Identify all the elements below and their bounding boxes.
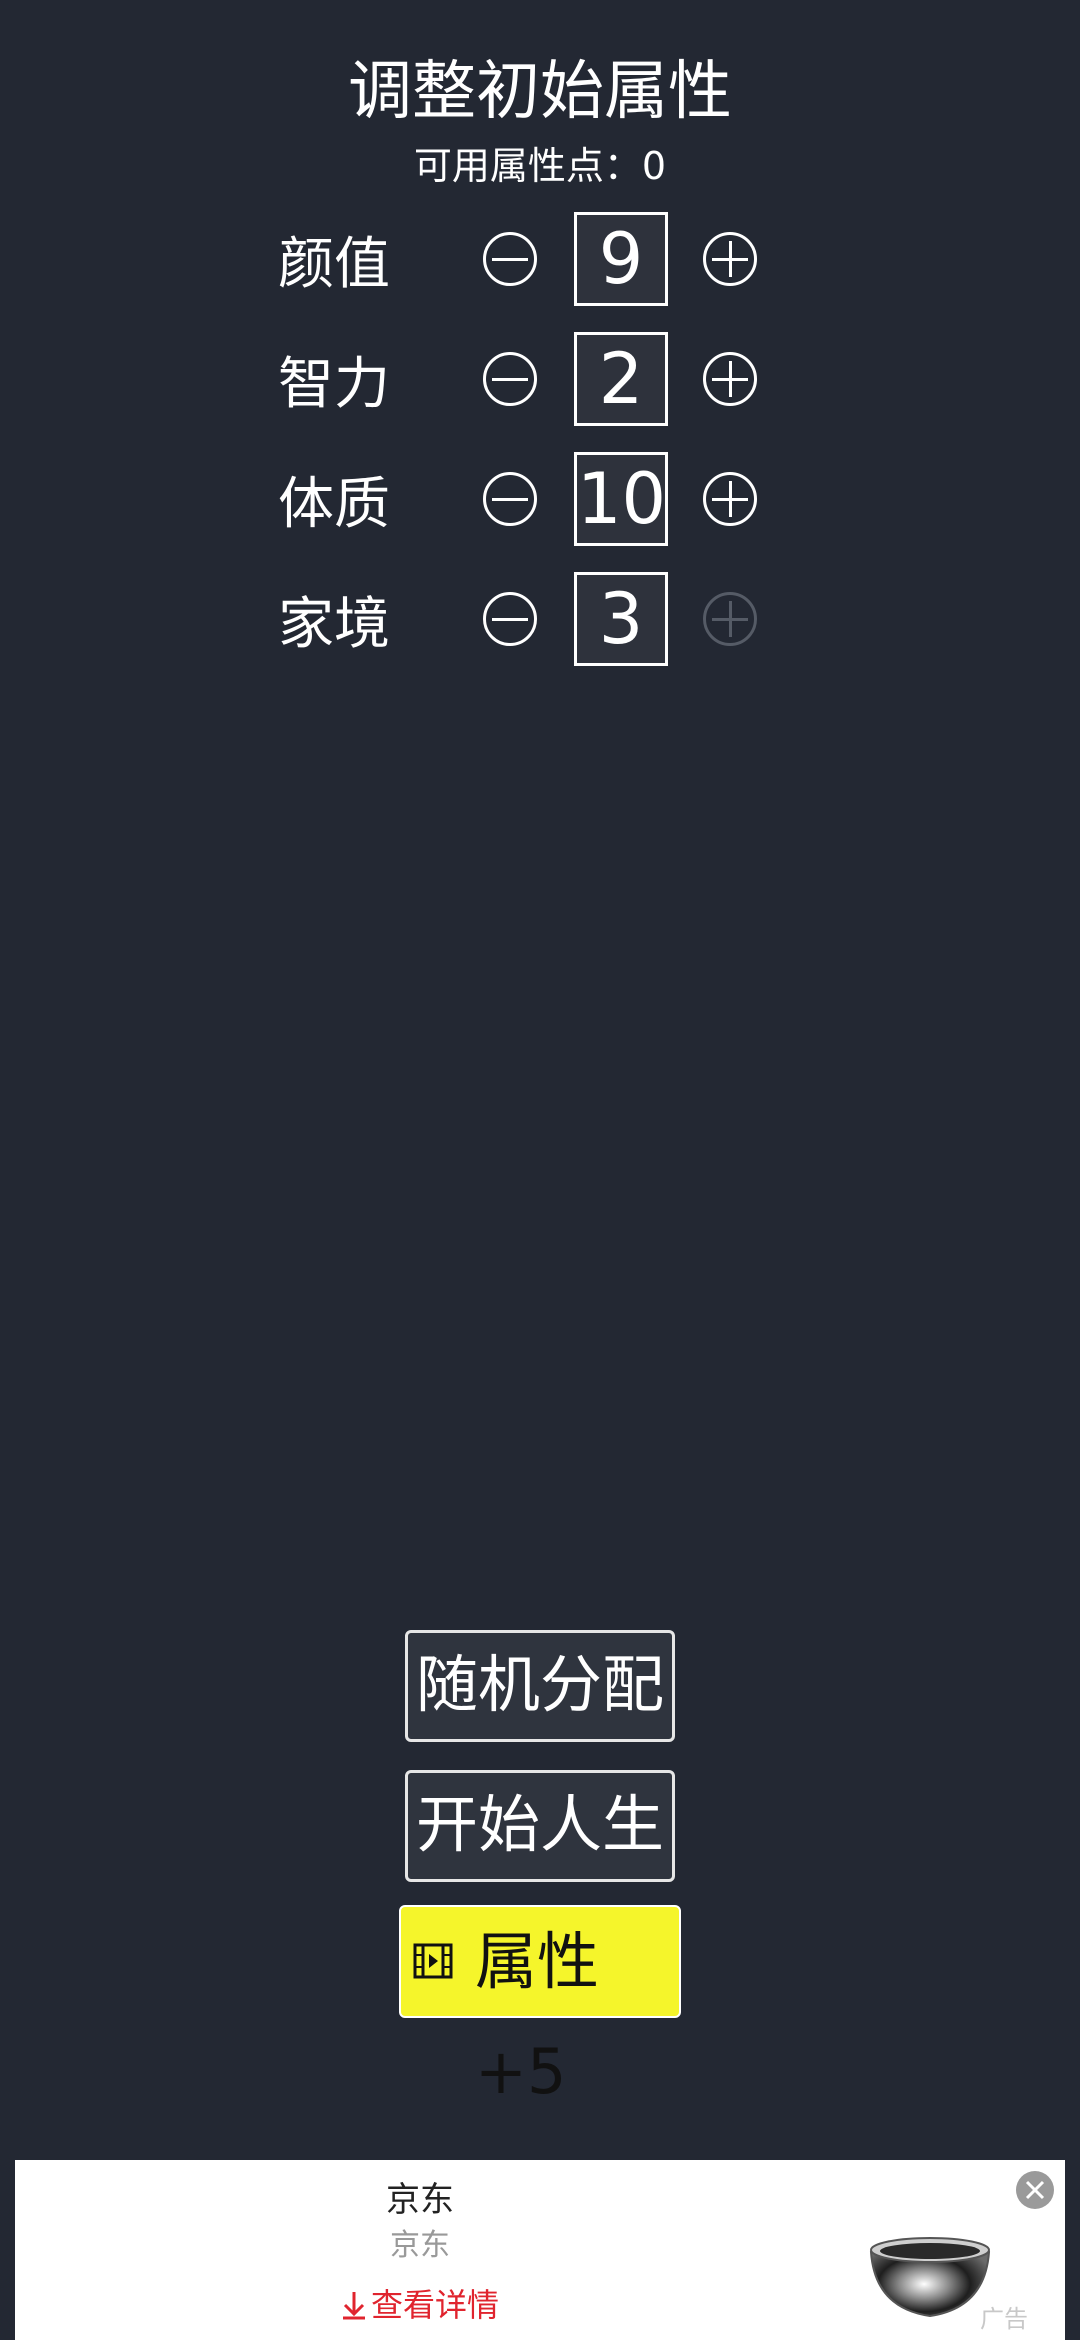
stat-label: 颜值: [278, 232, 390, 297]
minus-icon: [492, 497, 528, 501]
ad-title: 京东: [386, 2180, 454, 2220]
ad-cta-label: 查看详情: [370, 2286, 499, 2324]
stat-label: 体质: [278, 472, 390, 537]
decrease-appearance-button[interactable]: [483, 232, 537, 286]
random-allocate-button[interactable]: 随机分配: [405, 1630, 675, 1742]
decrease-intelligence-button[interactable]: [483, 352, 537, 406]
page-title: 调整初始属性: [348, 55, 732, 129]
ad-banner[interactable]: 京东 京东 查看详情 广告: [15, 2160, 1065, 2340]
stat-value: 2: [574, 332, 668, 426]
product-image: [869, 2237, 991, 2318]
stat-row-family: 家境 3: [0, 572, 1080, 672]
start-life-button[interactable]: 开始人生: [405, 1770, 675, 1882]
minus-icon: [492, 617, 528, 621]
stat-value: 9: [574, 212, 668, 306]
bonus-attribute-button[interactable]: 属性+5: [399, 1905, 681, 2108]
stat-row-intelligence: 智力 2: [0, 332, 1080, 432]
stat-row-appearance: 颜值 9: [0, 212, 1080, 312]
decrease-constitution-button[interactable]: [483, 472, 537, 526]
increase-appearance-button[interactable]: [703, 232, 757, 286]
video-icon: [413, 1943, 453, 1979]
stat-row-constitution: 体质 10: [0, 452, 1080, 552]
ad-badge: 广告: [980, 2305, 1028, 2333]
stat-value: 3: [574, 572, 668, 666]
stat-label: 家境: [278, 592, 390, 657]
ad-close-button[interactable]: [1016, 2171, 1054, 2209]
bonus-label: 属性+5: [475, 1925, 600, 2108]
minus-icon: [492, 377, 528, 381]
ad-view-details-link[interactable]: 查看详情: [205, 2284, 635, 2326]
available-points: 可用属性点：0: [413, 144, 667, 188]
download-arrow-icon: [342, 2292, 365, 2320]
close-icon: [1025, 2180, 1045, 2200]
decrease-family-button[interactable]: [483, 592, 537, 646]
ad-subtitle: 京东: [390, 2228, 450, 2263]
minus-icon: [492, 257, 528, 261]
stat-label: 智力: [278, 352, 390, 417]
increase-intelligence-button[interactable]: [703, 352, 757, 406]
stat-value: 10: [574, 452, 668, 546]
increase-constitution-button[interactable]: [703, 472, 757, 526]
increase-family-button: [703, 592, 757, 646]
